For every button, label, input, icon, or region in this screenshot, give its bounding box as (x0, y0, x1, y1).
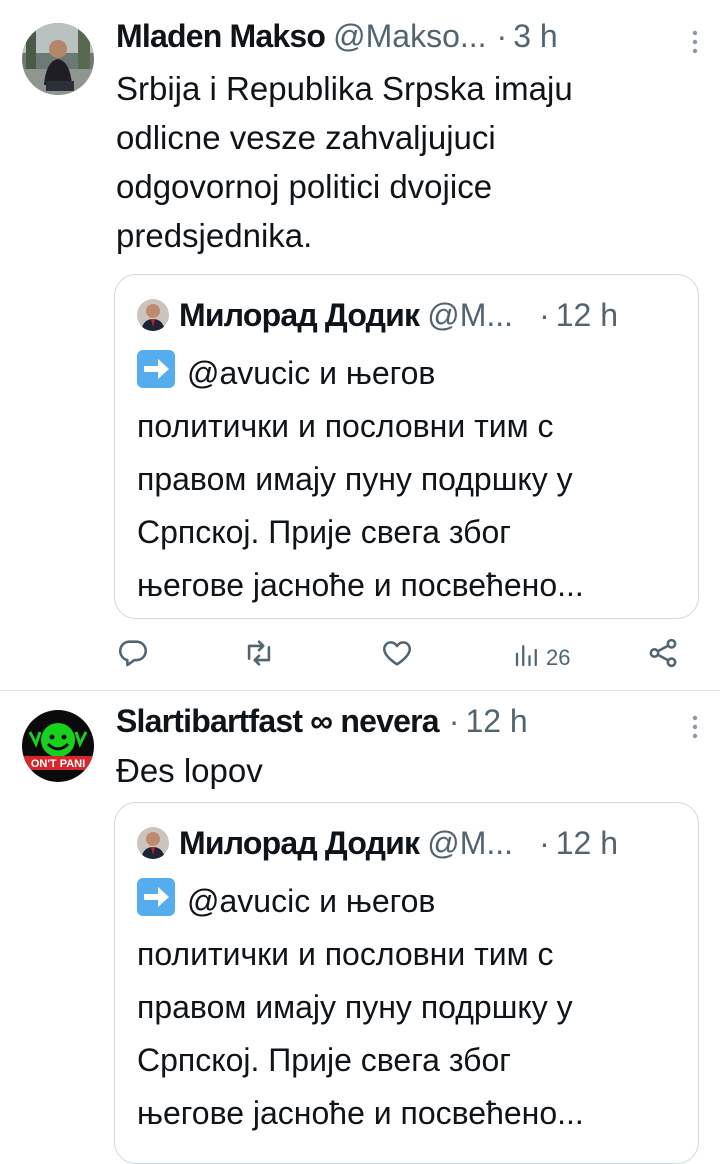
quoted-text-line: његове јасноће и посвећено... (137, 567, 584, 603)
views-button[interactable]: 26 (512, 640, 570, 676)
tweet-actions: 26 (116, 636, 680, 676)
views-count: 26 (546, 645, 571, 670)
right-arrow-emoji (137, 878, 175, 916)
avatar[interactable]: ON'T PANI (22, 710, 94, 782)
quoted-text-line: Српској. Прије свега због (137, 1042, 511, 1078)
author-handle[interactable]: @Makso... (333, 18, 486, 55)
more-options-icon[interactable] (692, 715, 698, 744)
quoted-text-line: његове јасноће и посвећено... (137, 1095, 584, 1131)
tweet-text: Srbija i Republika Srpska imaju odlicne … (116, 70, 573, 254)
reply-icon[interactable] (116, 636, 150, 670)
separator: · (448, 703, 460, 739)
timestamp[interactable]: 3 h (513, 18, 557, 55)
retweet-icon[interactable] (242, 636, 276, 670)
separator: · (539, 296, 550, 333)
quoted-tweet-header: Милорад Додик @М... · 12 h (137, 293, 676, 337)
tweet-header: Slartibartfast ∞ nevera · 12 h (116, 703, 690, 743)
share-icon[interactable] (646, 636, 680, 670)
quoted-tweet[interactable]: Милорад Додик @М... · 12 h @avucic и њег… (114, 274, 699, 619)
quoted-tweet-text: @avucic и његов политички и пословни тим… (137, 875, 678, 1140)
quoted-author-handle: @М... (427, 296, 514, 333)
quoted-avatar (137, 827, 169, 859)
quoted-text-line: @avucic и његов (187, 355, 436, 391)
avatar[interactable] (22, 23, 94, 95)
quoted-text-line: @avucic и његов (187, 883, 436, 919)
heart-icon[interactable] (380, 636, 414, 670)
quoted-tweet-header: Милорад Додик @М... · 12 h (137, 821, 676, 865)
tweet-header: Mladen Makso @Makso... · 3 h (116, 18, 690, 58)
quoted-text-line: политички и пословни тим с (137, 408, 554, 444)
quoted-timestamp: 12 h (555, 824, 618, 861)
quoted-text-line: Српској. Прије свега због (137, 514, 511, 550)
quoted-author-handle: @М... (427, 824, 514, 861)
quoted-author-name: Милорад Додик (179, 824, 420, 861)
views-icon (512, 640, 542, 676)
quoted-text-line: политички и пословни тим с (137, 936, 554, 972)
tweet[interactable]: ON'T PANI Slartibartfast ∞ nevera · 12 h… (0, 691, 720, 1164)
quoted-timestamp: 12 h (555, 296, 618, 333)
timestamp[interactable]: 12 h (465, 703, 527, 740)
quoted-author-name: Милорад Додик (179, 296, 420, 333)
svg-text:ON'T PANI: ON'T PANI (31, 758, 85, 770)
more-options-icon[interactable] (692, 30, 698, 59)
quoted-tweet[interactable]: Милорад Додик @М... · 12 h @avucic и њег… (114, 802, 699, 1164)
tweet-text: Đes lopov (116, 752, 263, 789)
author-name[interactable]: Slartibartfast ∞ nevera (116, 703, 440, 740)
tweet[interactable]: Mladen Makso @Makso... · 3 h Srbija i Re… (0, 0, 720, 691)
quoted-avatar (137, 299, 169, 331)
separator: · (539, 824, 550, 861)
author-name[interactable]: Mladen Makso (116, 18, 326, 55)
right-arrow-emoji (137, 350, 175, 388)
quoted-text-line: правом имају пуну подршку у (137, 989, 573, 1025)
quoted-tweet-text: @avucic и његов политички и пословни тим… (137, 347, 678, 612)
quoted-text-line: правом имају пуну подршку у (137, 461, 573, 497)
separator: · (496, 18, 508, 54)
